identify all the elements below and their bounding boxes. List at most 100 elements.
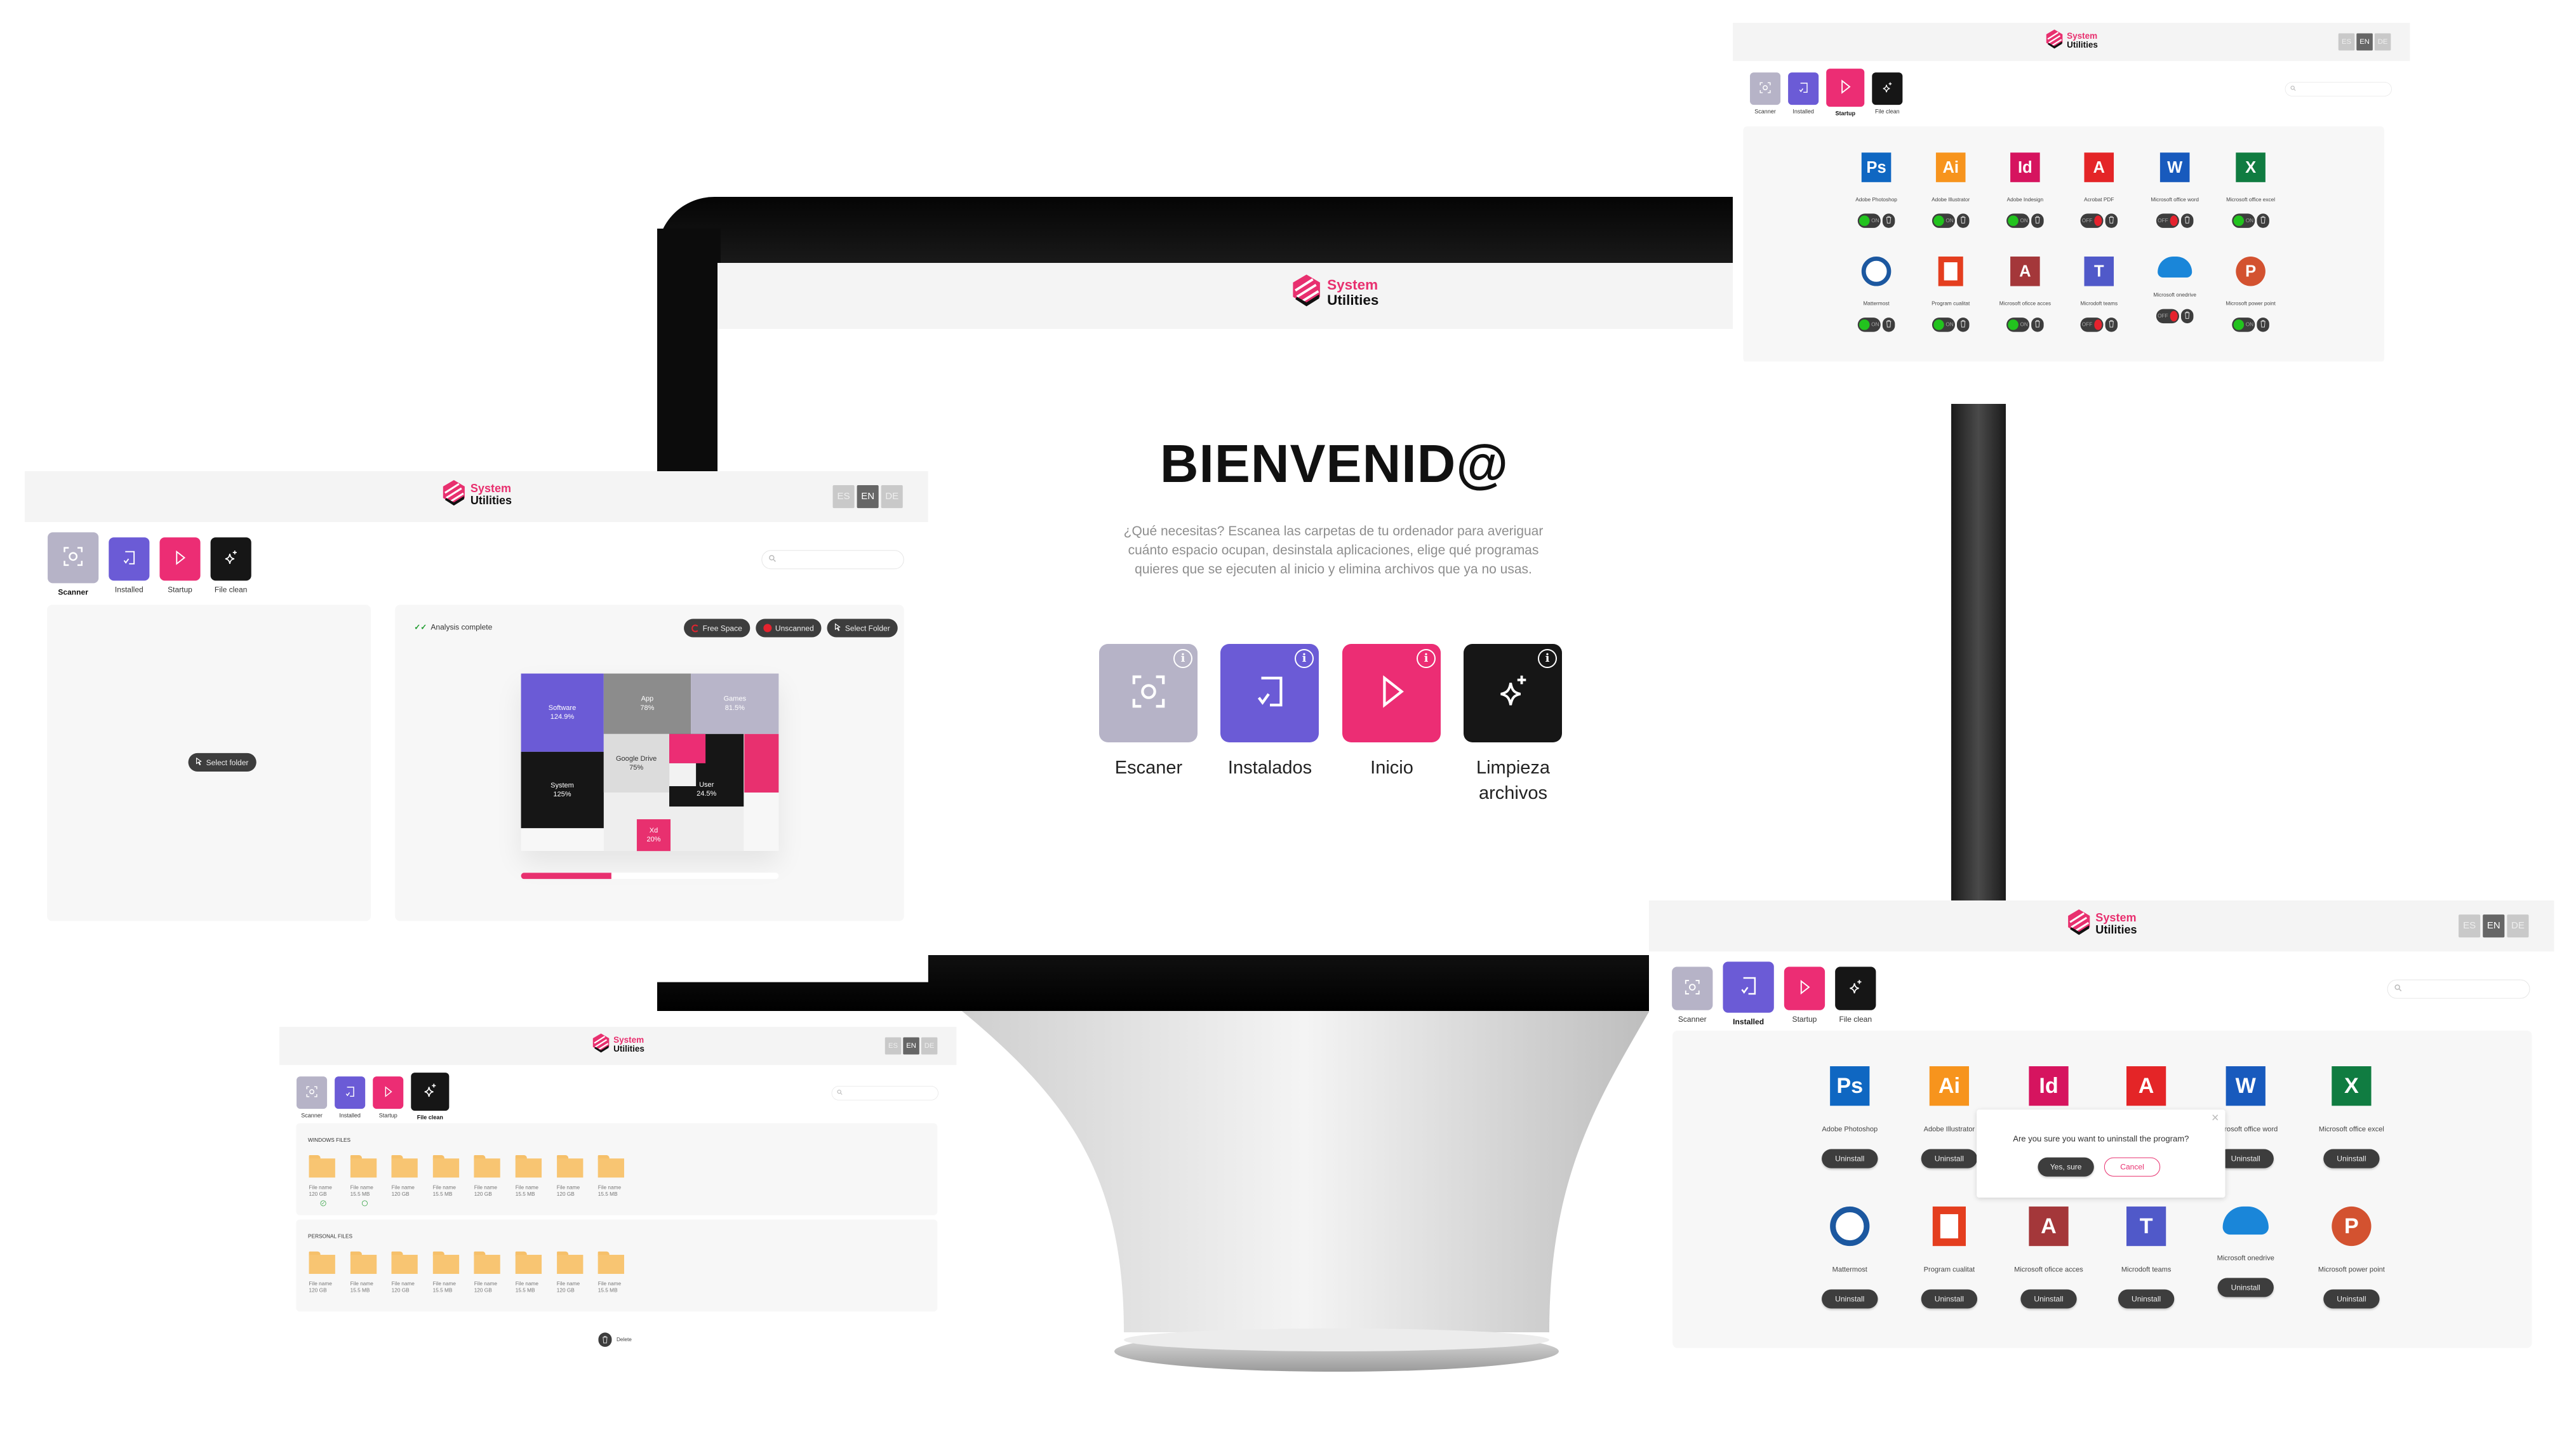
file-item[interactable]: File name 15.5 MB [432,1251,462,1294]
search-input[interactable] [831,1086,938,1101]
uninstall-button[interactable]: Uninstall [1822,1289,1878,1309]
treemap-tile[interactable] [669,763,697,787]
nav-tile[interactable] [1750,72,1781,105]
file-checkbox[interactable]: ✓ [320,1200,326,1207]
file-item[interactable]: File name 120 GB [474,1251,503,1294]
startup-toggle[interactable]: ON [2232,213,2255,228]
home-card-installed[interactable]: i [1220,644,1319,742]
nav-tile[interactable] [335,1076,366,1109]
nav-installed[interactable]: Installed [1788,69,1819,115]
startup-toggle[interactable]: OFF [2156,213,2179,228]
file-item[interactable]: File name 120 GB ✓ [309,1155,338,1207]
info-icon[interactable]: i [1417,649,1436,668]
language-de[interactable]: DE [881,485,903,509]
remove-startup-button[interactable] [1882,318,1895,332]
cancel-button[interactable]: Cancel [2104,1157,2161,1177]
nav-scanner[interactable]: Scanner [1750,69,1781,115]
uninstall-button[interactable]: Uninstall [2217,1278,2274,1297]
close-icon[interactable]: × [2212,1111,2219,1125]
nav-file-clean[interactable]: File clean [1872,69,1903,115]
nav-tile[interactable] [1835,967,1876,1010]
info-icon[interactable]: i [1538,649,1557,668]
info-icon[interactable]: i [1173,649,1192,668]
startup-toggle[interactable]: ON [2232,318,2255,332]
treemap-tile[interactable]: Software 124.9% [521,673,604,752]
uninstall-button[interactable]: Uninstall [2118,1289,2175,1309]
file-item[interactable]: File name 15.5 MB [597,1155,627,1198]
language-en[interactable]: EN [903,1037,919,1055]
file-item[interactable]: File name 15.5 MB [350,1155,379,1207]
remove-startup-button[interactable] [2257,318,2269,332]
nav-tile[interactable] [1826,69,1865,107]
uninstall-button[interactable]: Uninstall [1921,1149,1978,1168]
remove-startup-button[interactable] [2180,213,2194,228]
uninstall-button[interactable]: Uninstall [2217,1149,2274,1168]
file-item[interactable]: File name 120 GB [391,1251,420,1294]
search-input[interactable] [2285,82,2392,97]
home-card-play[interactable]: i [1342,644,1441,742]
remove-startup-button[interactable] [2105,318,2118,332]
remove-startup-button[interactable] [2257,213,2269,228]
startup-toggle[interactable]: ON [1932,213,1955,228]
confirm-uninstall-button[interactable]: Yes, sure [2038,1157,2094,1177]
search-input[interactable] [761,550,904,570]
nav-scanner[interactable]: Scanner [297,1073,328,1119]
file-item[interactable]: File name 15.5 MB [515,1155,544,1198]
startup-toggle[interactable]: OFF [2156,309,2179,324]
file-checkbox[interactable] [361,1200,368,1207]
nav-startup[interactable]: Startup [373,1073,404,1119]
nav-tile[interactable] [373,1076,404,1109]
language-es[interactable]: ES [2338,33,2355,51]
chip-unscanned[interactable]: Unscanned [755,619,822,638]
treemap-tile[interactable]: Games 81.5% [691,673,779,734]
search-input[interactable] [2387,979,2530,999]
file-item[interactable]: File name 120 GB [474,1155,503,1198]
treemap-tile[interactable]: Xd 20% [637,819,671,852]
language-en[interactable]: EN [857,485,879,509]
delete-button[interactable]: Delete [598,1332,632,1347]
file-item[interactable]: File name 120 GB [556,1251,585,1294]
file-item[interactable]: File name 15.5 MB [597,1251,627,1294]
nav-startup[interactable]: Startup [159,532,201,594]
nav-scanner[interactable]: Scanner [1672,961,1713,1024]
info-icon[interactable]: i [1295,649,1314,668]
nav-tile[interactable] [1784,967,1825,1010]
nav-tile[interactable] [297,1076,328,1109]
startup-toggle[interactable]: ON [1932,318,1955,332]
language-de[interactable]: DE [921,1037,938,1055]
nav-tile[interactable] [1672,967,1713,1010]
nav-file-clean[interactable]: File clean [411,1073,450,1121]
nav-startup[interactable]: Startup [1784,961,1825,1024]
uninstall-button[interactable]: Uninstall [2323,1289,2380,1309]
treemap-tile[interactable]: Google Drive 75% [603,733,669,793]
nav-scanner[interactable]: Scanner [48,532,99,596]
nav-tile[interactable] [159,537,201,581]
language-en[interactable]: EN [2356,33,2373,51]
file-item[interactable]: File name 120 GB [391,1155,420,1198]
uninstall-button[interactable]: Uninstall [2020,1289,2077,1309]
treemap-tile[interactable]: System 125% [521,751,604,828]
treemap-tile[interactable]: App 78% [603,673,691,734]
file-item[interactable]: File name 15.5 MB [350,1251,379,1294]
chip-select-folder[interactable]: Select Folder [827,619,898,638]
nav-tile[interactable] [210,537,251,581]
nav-tile[interactable] [1788,72,1819,105]
nav-installed[interactable]: Installed [109,532,150,594]
home-card-scan[interactable]: i [1099,644,1198,742]
language-de[interactable]: DE [2507,914,2529,938]
startup-toggle[interactable]: ON [2006,318,2030,332]
remove-startup-button[interactable] [2180,309,2194,324]
nav-installed[interactable]: Installed [335,1073,366,1119]
language-de[interactable]: DE [2374,33,2391,51]
remove-startup-button[interactable] [1956,318,1970,332]
startup-toggle[interactable]: OFF [2080,318,2104,332]
select-folder-button[interactable]: Select folder [188,753,257,772]
nav-file-clean[interactable]: File clean [1835,961,1876,1024]
treemap-tile[interactable] [669,733,705,763]
nav-tile[interactable] [1872,72,1903,105]
treemap-tile[interactable] [744,733,779,793]
nav-tile[interactable] [109,537,150,581]
nav-tile[interactable] [411,1073,450,1111]
uninstall-button[interactable]: Uninstall [1921,1289,1978,1309]
remove-startup-button[interactable] [2031,318,2044,332]
